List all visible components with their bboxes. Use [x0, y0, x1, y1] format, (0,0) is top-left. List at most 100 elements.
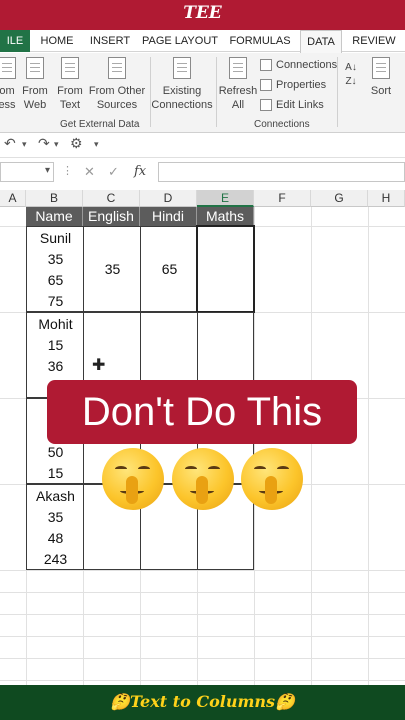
- ribbon-separator: [337, 57, 338, 127]
- ribbon: om ess From Web From Text From Other Sou…: [0, 53, 405, 133]
- column-header-d[interactable]: D: [140, 190, 197, 207]
- connections-button[interactable]: Connections: [260, 57, 337, 73]
- undo-icon[interactable]: ↶: [4, 135, 16, 152]
- cell-line: 15: [47, 465, 64, 481]
- name-box[interactable]: ▾: [0, 162, 54, 182]
- tab-review[interactable]: REVIEW: [346, 30, 402, 52]
- ribbon-tabs: ILE HOME INSERT PAGE LAYOUT FORMULAS DAT…: [0, 30, 405, 53]
- cell-line: 35: [47, 509, 64, 525]
- connections-label: Connections: [276, 59, 338, 71]
- selected-cell[interactable]: [196, 225, 255, 313]
- sort-az-button[interactable]: A↓ Z↓: [344, 61, 358, 89]
- edit-links-button[interactable]: Edit Links: [260, 97, 324, 113]
- shushing-face-icon: [102, 448, 164, 510]
- redo-icon[interactable]: ↷: [38, 135, 50, 152]
- cell-line: Sunil: [39, 230, 72, 246]
- cell-line: 15: [47, 337, 64, 353]
- column-header-c[interactable]: C: [83, 190, 140, 207]
- edit-links-icon: [260, 99, 272, 112]
- cancel-icon[interactable]: ✕: [84, 164, 95, 180]
- from-text-button[interactable]: From Text: [55, 57, 85, 112]
- warning-banner: Don't Do This: [47, 380, 357, 444]
- worksheet-grid[interactable]: Name English Hindi Maths Sunil 35 65 75 …: [0, 207, 405, 685]
- sort-icon: [370, 57, 392, 81]
- from-other-label-2: Sources: [96, 99, 138, 111]
- from-other-label-1: From Other: [88, 85, 146, 97]
- tab-formulas[interactable]: FORMULAS: [224, 30, 296, 52]
- column-header-h[interactable]: H: [368, 190, 405, 207]
- customize-dropdown-icon[interactable]: ▾: [94, 139, 99, 150]
- shushing-face-icon: [172, 448, 234, 510]
- warning-banner-text: Don't Do This: [81, 390, 323, 434]
- title-bar: TEE: [0, 0, 405, 30]
- existing-connections-button[interactable]: Existing Connections: [150, 57, 214, 112]
- tab-data[interactable]: DATA: [300, 30, 342, 53]
- tab-file[interactable]: ILE: [0, 30, 30, 52]
- shushing-face-icon: [241, 448, 303, 510]
- connections-icon: [260, 59, 272, 72]
- from-access-button[interactable]: om ess: [0, 57, 18, 112]
- from-web-button[interactable]: From Web: [20, 57, 50, 112]
- enter-icon[interactable]: ✓: [108, 164, 119, 180]
- from-other-sources-button[interactable]: From Other Sources: [88, 57, 146, 112]
- tab-page-layout[interactable]: PAGE LAYOUT: [140, 30, 220, 52]
- refresh-icon: [227, 57, 249, 81]
- tab-insert[interactable]: INSERT: [84, 30, 136, 52]
- from-text-label-2: Text: [59, 99, 81, 111]
- column-header-a[interactable]: A: [0, 190, 26, 207]
- cell-hindi: 65: [161, 261, 178, 277]
- column-header-e[interactable]: E: [197, 190, 254, 207]
- cell-line: 36: [47, 358, 64, 374]
- column-header-g[interactable]: G: [311, 190, 368, 207]
- refresh-label-1: Refresh: [218, 85, 258, 97]
- connections-file-icon: [171, 57, 193, 81]
- formula-bar: ▾ ⋮ ✕ ✓ fx: [0, 157, 405, 185]
- refresh-all-button[interactable]: Refresh All: [218, 57, 258, 112]
- column-header-f[interactable]: F: [254, 190, 311, 207]
- other-sources-icon: [106, 57, 128, 81]
- existing-label-1: Existing: [162, 85, 202, 97]
- header-english[interactable]: English: [83, 207, 140, 226]
- from-text-label-1: From: [57, 85, 83, 97]
- from-access-label-2: ess: [0, 99, 16, 111]
- text-file-icon: [59, 57, 81, 81]
- redo-dropdown-icon[interactable]: ▾: [54, 139, 59, 150]
- formula-input[interactable]: [158, 162, 405, 182]
- sort-az-icon: A↓ Z↓: [345, 62, 357, 87]
- caption-bar: 🤔Text to Columns🤔: [0, 685, 405, 720]
- window-title: TEE: [183, 3, 222, 23]
- from-web-label-2: Web: [23, 99, 47, 111]
- caption-text: 🤔Text to Columns🤔: [110, 692, 295, 711]
- header-maths[interactable]: Maths: [197, 207, 254, 226]
- cell-line: 48: [47, 530, 64, 546]
- from-access-label-1: om: [0, 85, 15, 97]
- cell-line: 243: [43, 551, 68, 567]
- ribbon-separator: [216, 57, 217, 127]
- header-name[interactable]: Name: [26, 207, 83, 226]
- sort-button[interactable]: Sort: [366, 57, 396, 98]
- globe-icon: [24, 57, 46, 81]
- undo-dropdown-icon[interactable]: ▾: [22, 139, 27, 150]
- properties-button[interactable]: Properties: [260, 77, 326, 93]
- from-web-label-1: From: [22, 85, 48, 97]
- existing-label-2: Connections: [151, 99, 213, 111]
- name-box-dropdown-icon[interactable]: ▾: [45, 165, 50, 176]
- refresh-label-2: All: [231, 99, 245, 111]
- header-hindi[interactable]: Hindi: [140, 207, 197, 226]
- gear-icon[interactable]: ⚙: [70, 135, 83, 152]
- tab-home[interactable]: HOME: [34, 30, 80, 52]
- cell-line: Akash: [36, 488, 75, 504]
- database-icon: [0, 57, 18, 81]
- quick-access-toolbar: ↶ ▾ ↷ ▾ ⚙ ▾: [0, 133, 405, 155]
- cell-line: 65: [47, 272, 64, 288]
- formula-bar-handle-icon: ⋮: [62, 165, 73, 177]
- cell-line: 50: [47, 444, 64, 460]
- cell-cursor-icon: ✚: [92, 357, 106, 374]
- cell-english: 35: [104, 261, 121, 277]
- cell-line: 75: [47, 293, 64, 309]
- group-label-external-data: Get External Data: [60, 119, 140, 130]
- column-header-b[interactable]: B: [26, 190, 83, 207]
- cell-line: Mohit: [38, 316, 73, 332]
- properties-icon: [260, 79, 272, 92]
- insert-function-button[interactable]: fx: [134, 164, 146, 179]
